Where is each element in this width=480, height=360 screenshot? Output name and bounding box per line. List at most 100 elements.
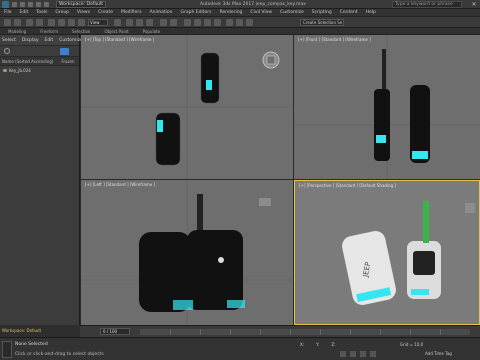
column-name[interactable]: Name (Sorted Ascending) [2,59,53,64]
viewport-perspective[interactable]: [+] [Perspective ] [Standard ] [Default … [294,180,480,325]
explorer-row[interactable]: Key_jb.024 [0,66,79,74]
menu-group[interactable]: Group [55,10,69,15]
menu-animation[interactable]: Animation [150,10,173,15]
window-title: Autodesk 3ds Max 2017 jeep_compas_key.ma… [200,2,306,7]
title-bar: Workspace: Default Autodesk 3ds Max 2017… [0,0,480,9]
tab-modeling[interactable]: Modeling [8,29,26,34]
align-icon[interactable] [170,19,177,26]
viewport-front[interactable]: [+] [Front ] [Standard ] [Wireframe ] [294,35,480,179]
tab-object-paint[interactable]: Object Paint [104,29,128,34]
snap-icon[interactable] [126,19,133,26]
grid-readout: Grid = 10,0 [400,342,424,347]
menu-create[interactable]: Create [98,10,113,15]
layer-icon[interactable] [184,19,191,26]
open-file-icon[interactable] [20,2,25,7]
explorer-menu-customize[interactable]: Customize [59,38,83,43]
coord-z[interactable]: Z: [331,342,335,347]
menu-rendering[interactable]: Rendering [219,10,242,15]
save-file-icon[interactable] [28,2,33,7]
undo-tool-icon[interactable] [4,19,11,26]
unlink-icon[interactable] [36,19,43,26]
prompt-line: Click or click-and-drag to select object… [15,352,104,357]
render-icon[interactable] [246,19,253,26]
redo-icon[interactable] [44,2,49,7]
menu-content[interactable]: Content [340,10,358,15]
explorer-tools [0,46,79,57]
reference-coordinate-select[interactable]: View [88,19,108,26]
next-frame-icon[interactable] [370,351,376,357]
explorer-menu-select[interactable]: Select [2,38,16,43]
viewport-left[interactable]: [+] [Left ] [Standard ] [Wireframe ] [81,180,293,325]
filter-icon[interactable] [60,48,69,55]
menu-customize[interactable]: Customize [280,10,304,15]
menu-tools[interactable]: Tools [36,10,47,15]
explorer-menu-edit[interactable]: Edit [44,38,53,43]
menu-edit[interactable]: Edit [20,10,29,15]
close-icon[interactable]: ✕ [470,1,478,8]
scene-explorer: Select Display Edit Customize Name (Sort… [0,35,83,325]
top-view-wireframe [81,35,293,179]
coord-y[interactable]: Y: [316,342,319,347]
link-icon[interactable] [26,19,33,26]
timeline-track[interactable] [140,329,470,335]
select-object-icon[interactable] [48,19,55,26]
angle-snap-icon[interactable] [136,19,143,26]
render-setup-icon[interactable] [226,19,233,26]
viewport-label-top[interactable]: [+] [Top ] [Standard ] [Wireframe ] [85,37,154,42]
viewport-label-perspective[interactable]: [+] [Perspective ] [Standard ] [Default … [299,183,396,188]
pivot-icon[interactable] [114,19,121,26]
search-icon[interactable] [4,48,10,54]
object-name: Key_jb.024 [9,67,31,73]
menu-civil-view[interactable]: Civil View [250,10,272,15]
explorer-menu-display[interactable]: Display [22,38,39,43]
menu-help[interactable]: Help [366,10,376,15]
selection-status: None Selected [15,342,48,347]
maxscript-listener[interactable] [2,341,12,358]
play-icon[interactable] [360,351,366,357]
mirror-icon[interactable] [160,19,167,26]
undo-icon[interactable] [36,2,41,7]
viewport-label-front[interactable]: [+] [Front ] [Standard ] [Wireframe ] [298,37,371,42]
menu-scripting[interactable]: Scripting [312,10,332,15]
status-bar: None Selected Click or click-and-drag to… [0,337,480,360]
visibility-eye-icon[interactable] [3,68,7,72]
coord-x[interactable]: X: [300,342,304,347]
viewport-label-left[interactable]: [+] [Left ] [Standard ] [Wireframe ] [85,182,155,187]
workspace-bar[interactable]: Workspace: Default [0,325,80,337]
tab-freeform[interactable]: Freeform [40,29,58,34]
percent-snap-icon[interactable] [146,19,153,26]
selection-set-dropdown[interactable]: Create Selection Se [300,19,344,26]
goto-start-icon[interactable] [340,351,346,357]
render-frame-icon[interactable] [236,19,243,26]
frame-counter[interactable]: 0 / 100 [100,328,130,335]
material-editor-icon[interactable] [214,19,221,26]
menu-graph-editors[interactable]: Graph Editors [181,10,212,15]
front-view-wireframe [294,35,480,179]
new-file-icon[interactable] [12,2,17,7]
workspace-dropdown[interactable]: Workspace: Default [56,1,106,8]
menu-modifiers[interactable]: Modifiers [121,10,142,15]
column-frozen[interactable]: Frozen [61,59,74,64]
schematic-icon[interactable] [204,19,211,26]
menu-bar: File Edit Tools Group Views Create Modif… [0,9,480,17]
menu-views[interactable]: Views [77,10,90,15]
rotate-icon[interactable] [78,19,85,26]
prev-frame-icon[interactable] [350,351,356,357]
app-logo-icon[interactable] [2,1,9,8]
tab-populate[interactable]: Populate [143,29,160,34]
add-time-tag[interactable]: Add Time Tag [425,351,452,356]
explorer-column-headers: Name (Sorted Ascending) Frozen [0,57,79,66]
explorer-menu: Select Display Edit Customize [0,35,83,46]
search-input[interactable]: Type a keyword or phrase [392,1,462,8]
select-by-name-icon[interactable] [58,19,65,26]
perspective-view-render: JEEP [342,201,475,305]
redo-tool-icon[interactable] [14,19,21,26]
timeline[interactable]: 0 / 100 [80,325,480,337]
left-view-wireframe [81,180,293,325]
viewport-top[interactable]: [+] [Top ] [Standard ] [Wireframe ] [81,35,293,179]
menu-file[interactable]: File [4,10,12,15]
move-icon[interactable] [68,19,75,26]
curve-editor-icon[interactable] [194,19,201,26]
main-toolbar: View Create Selection Se [0,17,480,28]
tab-selection[interactable]: Selection [72,29,90,34]
